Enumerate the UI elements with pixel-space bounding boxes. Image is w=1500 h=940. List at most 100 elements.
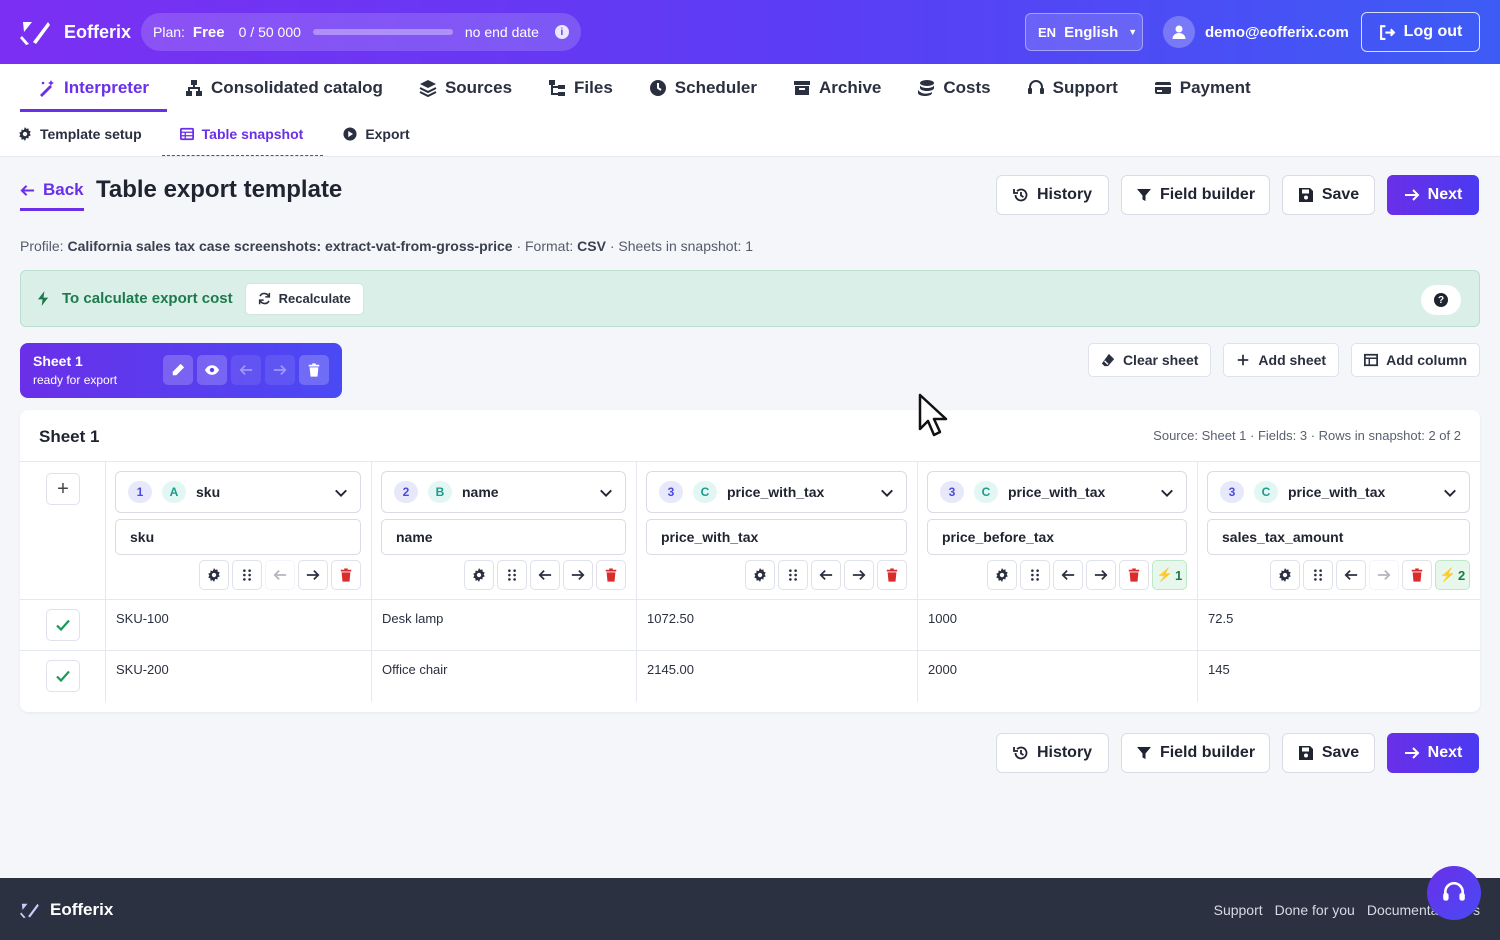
footer-logo[interactable]: Eofferix bbox=[20, 900, 113, 920]
move-sheet-right-button[interactable] bbox=[265, 355, 295, 385]
add-column-button[interactable]: Add column bbox=[1351, 343, 1480, 377]
history-button[interactable]: History bbox=[996, 175, 1109, 215]
save-button[interactable]: Save bbox=[1282, 175, 1375, 215]
chat-support-button[interactable] bbox=[1427, 866, 1481, 920]
delete-column-button[interactable] bbox=[596, 560, 626, 590]
column-letter: C bbox=[1254, 481, 1278, 503]
next-button[interactable]: Next bbox=[1387, 733, 1479, 773]
move-column-right-button[interactable] bbox=[563, 560, 593, 590]
move-column-left-button[interactable] bbox=[1336, 560, 1366, 590]
caret-down-icon: ▼ bbox=[1128, 27, 1138, 37]
row-checkbox[interactable] bbox=[46, 660, 80, 692]
nav-payment[interactable]: Payment bbox=[1136, 64, 1269, 112]
delete-column-button[interactable] bbox=[877, 560, 907, 590]
column-field-name: name bbox=[462, 484, 499, 500]
column-field-select[interactable]: 3 Cprice_with_tax bbox=[646, 471, 907, 513]
field-builder-button[interactable]: Field builder bbox=[1121, 733, 1270, 773]
move-column-right-button[interactable] bbox=[1086, 560, 1116, 590]
tab-export[interactable]: Export bbox=[343, 112, 429, 156]
info-icon[interactable]: i bbox=[554, 25, 569, 39]
column-field-select[interactable]: 1 Asku bbox=[115, 471, 361, 513]
nav-support[interactable]: Support bbox=[1009, 64, 1136, 112]
move-sheet-left-button[interactable] bbox=[231, 355, 261, 385]
move-column-right-button[interactable] bbox=[844, 560, 874, 590]
column-name-input[interactable]: name bbox=[381, 519, 626, 555]
column-name-input[interactable]: sku bbox=[115, 519, 361, 555]
footer-link-done-for-you[interactable]: Done for you bbox=[1275, 902, 1355, 918]
arrow-right-icon bbox=[1404, 747, 1420, 759]
column-letter: C bbox=[974, 481, 998, 503]
column-name-input[interactable]: price_before_tax bbox=[927, 519, 1187, 555]
delete-column-button[interactable] bbox=[331, 560, 361, 590]
delete-column-button[interactable] bbox=[1119, 560, 1149, 590]
next-button[interactable]: Next bbox=[1387, 175, 1479, 215]
gear-icon bbox=[19, 127, 31, 141]
row-checkbox[interactable] bbox=[46, 609, 80, 641]
column-header: 1 Asku sku bbox=[105, 462, 371, 599]
delete-column-button[interactable] bbox=[1402, 560, 1432, 590]
nav-files[interactable]: Files bbox=[530, 64, 631, 112]
logout-button[interactable]: Log out bbox=[1361, 12, 1480, 52]
gear-icon bbox=[208, 568, 220, 582]
nav-consolidated-catalog[interactable]: Consolidated catalog bbox=[167, 64, 401, 112]
move-column-left-button[interactable] bbox=[1053, 560, 1083, 590]
plan-usage: 0 / 50 000 bbox=[238, 24, 301, 40]
tab-template-setup[interactable]: Template setup bbox=[18, 112, 162, 156]
nav-archive[interactable]: Archive bbox=[775, 64, 899, 112]
plan-widget: Plan: Free 0 / 50 000 no end date i bbox=[141, 13, 581, 51]
footer-link-support[interactable]: Support bbox=[1214, 902, 1263, 918]
move-column-right-button[interactable] bbox=[1369, 560, 1399, 590]
column-drag-handle[interactable] bbox=[778, 560, 808, 590]
field-builder-button[interactable]: Field builder bbox=[1121, 175, 1270, 215]
add-row-button[interactable]: + bbox=[46, 473, 80, 505]
column-settings-button[interactable] bbox=[1270, 560, 1300, 590]
edit-sheet-button[interactable] bbox=[163, 355, 193, 385]
clear-sheet-button[interactable]: Clear sheet bbox=[1087, 343, 1212, 377]
column-settings-button[interactable] bbox=[745, 560, 775, 590]
clock-icon bbox=[649, 80, 666, 96]
table-cell: 1000 bbox=[928, 611, 957, 626]
move-column-right-button[interactable] bbox=[298, 560, 328, 590]
formula-badge[interactable]: ⚡ 2 bbox=[1435, 560, 1470, 590]
sheet-card[interactable]: Sheet 1 ready for export bbox=[20, 343, 342, 398]
column-field-select[interactable]: 3 Cprice_with_tax bbox=[1207, 471, 1470, 513]
column-drag-handle[interactable] bbox=[497, 560, 527, 590]
history-button[interactable]: History bbox=[996, 733, 1109, 773]
formula-badge[interactable]: ⚡ 1 bbox=[1152, 560, 1187, 590]
user-menu[interactable]: demo@eofferix.com bbox=[1163, 16, 1349, 48]
column-name-input[interactable]: sales_tax_amount bbox=[1207, 519, 1470, 555]
column-name-input[interactable]: price_with_tax bbox=[646, 519, 907, 555]
user-email: demo@eofferix.com bbox=[1205, 23, 1349, 41]
column-drag-handle[interactable] bbox=[1303, 560, 1333, 590]
app-logo[interactable]: Eofferix bbox=[20, 18, 131, 46]
column-settings-button[interactable] bbox=[987, 560, 1017, 590]
column-actions: ⚡ 1 bbox=[987, 560, 1187, 590]
move-column-left-button[interactable] bbox=[265, 560, 295, 590]
sub-nav: Template setup Table snapshot Export bbox=[0, 112, 1500, 157]
add-sheet-button[interactable]: Add sheet bbox=[1223, 343, 1340, 377]
nav-sources[interactable]: Sources bbox=[401, 64, 530, 112]
next-label: Next bbox=[1427, 186, 1463, 203]
footer: Eofferix Support Done for you Documentat… bbox=[0, 878, 1500, 940]
nav-scheduler[interactable]: Scheduler bbox=[631, 64, 775, 112]
language-select[interactable]: EN English ▼ bbox=[1025, 13, 1143, 51]
profile-value: California sales tax case screenshots: e… bbox=[67, 238, 513, 254]
move-column-left-button[interactable] bbox=[530, 560, 560, 590]
nav-costs[interactable]: Costs bbox=[899, 64, 1008, 112]
save-button[interactable]: Save bbox=[1282, 733, 1375, 773]
tab-table-snapshot[interactable]: Table snapshot bbox=[161, 112, 324, 156]
recalculate-button[interactable]: Recalculate bbox=[244, 282, 364, 315]
column-drag-handle[interactable] bbox=[232, 560, 262, 590]
column-settings-button[interactable] bbox=[464, 560, 494, 590]
nav-interpreter[interactable]: Interpreter bbox=[20, 64, 168, 112]
column-settings-button[interactable] bbox=[199, 560, 229, 590]
preview-sheet-button[interactable] bbox=[197, 355, 227, 385]
column-drag-handle[interactable] bbox=[1020, 560, 1050, 590]
back-link[interactable]: Back bbox=[20, 180, 84, 211]
column-field-select[interactable]: 2 Bname bbox=[381, 471, 626, 513]
column-field-select[interactable]: 3 Cprice_with_tax bbox=[927, 471, 1187, 513]
delete-sheet-button[interactable] bbox=[299, 355, 329, 385]
move-column-left-button[interactable] bbox=[811, 560, 841, 590]
export-cost-banner: To calculate export cost Recalculate ? bbox=[20, 270, 1480, 327]
help-button[interactable]: ? bbox=[1421, 285, 1461, 315]
